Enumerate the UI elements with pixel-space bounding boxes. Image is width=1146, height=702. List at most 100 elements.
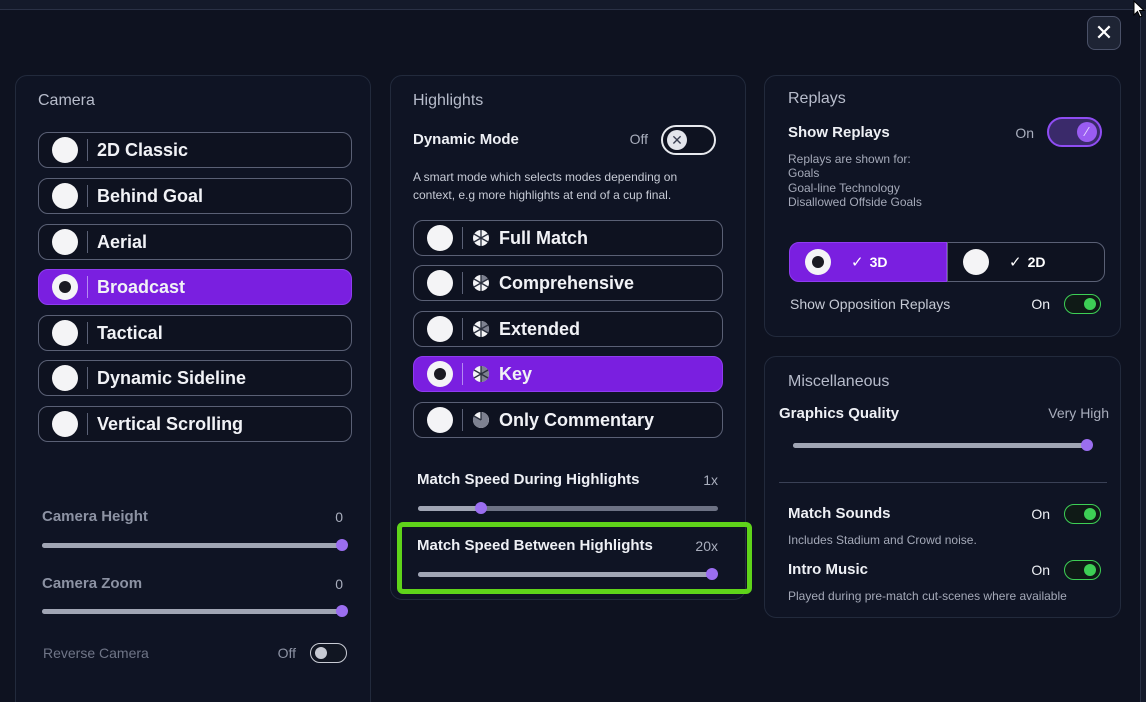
- replays-shown-for-item: Goals: [788, 166, 820, 180]
- camera-option-vertical-scrolling[interactable]: Vertical Scrolling: [38, 406, 352, 442]
- opposition-replays-toggle[interactable]: [1064, 294, 1101, 314]
- background-edge: [1140, 10, 1146, 702]
- radio-icon: [52, 320, 78, 346]
- radio-icon: [52, 365, 78, 391]
- speed-between-value: 20x: [695, 538, 718, 554]
- option-label: Broadcast: [97, 276, 186, 297]
- radio-icon: [427, 407, 453, 433]
- replay-mode-label: 2D: [1027, 254, 1046, 270]
- pie-comprehensive-icon: [473, 274, 489, 291]
- match-sounds-toggle[interactable]: [1064, 504, 1101, 524]
- misc-divider: [779, 482, 1107, 483]
- radio-icon: [52, 411, 78, 437]
- radio-icon: [52, 137, 78, 163]
- option-label: Only Commentary: [499, 409, 655, 430]
- option-label: Vertical Scrolling: [97, 413, 244, 434]
- radio-icon: [427, 316, 453, 342]
- camera-title: Camera: [38, 92, 95, 109]
- camera-option-dynamic-sideline[interactable]: Dynamic Sideline: [38, 360, 352, 396]
- camera-zoom-label: Camera Zoom: [42, 575, 143, 592]
- replays-shown-for-item: Disallowed Offside Goals: [788, 195, 922, 209]
- option-label: Behind Goal: [97, 185, 204, 206]
- show-replays-toggle[interactable]: ⁄: [1047, 117, 1102, 147]
- check-icon: ✓: [1009, 254, 1022, 271]
- camera-option-behind-goal[interactable]: Behind Goal: [38, 178, 352, 214]
- intro-music-label: Intro Music: [788, 561, 869, 578]
- radio-icon: [427, 270, 453, 296]
- replay-mode-2d[interactable]: ✓ 2D: [947, 242, 1105, 282]
- dynamic-mode-toggle[interactable]: ✕: [661, 125, 716, 155]
- speed-between-slider[interactable]: [418, 568, 718, 580]
- opposition-replays-label: Show Opposition Replays: [790, 296, 951, 312]
- graphics-quality-value: Very High: [1048, 405, 1109, 421]
- camera-zoom-slider[interactable]: [42, 605, 348, 617]
- dynamic-mode-label: Dynamic Mode: [413, 131, 519, 148]
- camera-option-aerial[interactable]: Aerial: [38, 224, 352, 260]
- camera-height-label: Camera Height: [42, 508, 148, 525]
- highlights-title: Highlights: [413, 92, 484, 109]
- speed-during-slider[interactable]: [418, 502, 718, 514]
- option-label: Dynamic Sideline: [97, 367, 247, 388]
- background-tab-strip: [0, 0, 1146, 10]
- intro-music-toggle[interactable]: [1064, 560, 1101, 580]
- reverse-camera-label: Reverse Camera: [43, 645, 149, 661]
- close-icon: ✕: [667, 130, 687, 150]
- option-label: 2D Classic: [97, 139, 189, 160]
- option-label: Aerial: [97, 231, 148, 252]
- close-button[interactable]: ✕: [1087, 16, 1121, 50]
- misc-title: Miscellaneous: [788, 373, 890, 390]
- slider-thumb[interactable]: [336, 539, 348, 551]
- pie-full-icon: [473, 230, 489, 246]
- replays-shown-for-item: Goal-line Technology: [788, 181, 900, 195]
- speed-during-label: Match Speed During Highlights: [417, 471, 640, 488]
- camera-height-slider[interactable]: [42, 539, 348, 551]
- reverse-camera-value: Off: [277, 645, 296, 661]
- speed-during-value: 1x: [703, 472, 718, 488]
- match-sounds-label: Match Sounds: [788, 505, 891, 522]
- show-replays-label: Show Replays: [788, 124, 890, 141]
- pie-commentary-icon: [472, 412, 489, 428]
- check-icon: ✓: [851, 254, 864, 271]
- radio-icon: [963, 249, 989, 275]
- slider-thumb[interactable]: [336, 605, 348, 617]
- camera-option-tactical[interactable]: Tactical: [38, 315, 352, 351]
- graphics-quality-label: Graphics Quality: [779, 405, 900, 422]
- replay-mode-3d[interactable]: ✓ 3D: [789, 242, 947, 282]
- replay-mode-label: 3D: [869, 254, 888, 270]
- radio-icon: [427, 225, 453, 251]
- reverse-camera-toggle[interactable]: [310, 643, 347, 663]
- check-slash-icon: ⁄: [1077, 122, 1097, 142]
- slider-thumb[interactable]: [706, 568, 718, 580]
- radio-selected-icon: [805, 249, 831, 275]
- match-sounds-description: Includes Stadium and Crowd noise.: [788, 533, 977, 547]
- camera-zoom-value: 0: [335, 576, 343, 592]
- graphics-quality-slider[interactable]: [793, 439, 1093, 451]
- radio-selected-icon: [427, 361, 453, 387]
- option-label: Extended: [499, 318, 581, 339]
- radio-icon: [52, 183, 78, 209]
- pie-key-icon: [473, 366, 489, 382]
- highlight-option-extended[interactable]: Extended: [413, 311, 723, 347]
- replays-shown-for-heading: Replays are shown for:: [788, 152, 911, 166]
- pie-extended-icon: [473, 320, 490, 337]
- option-label: Full Match: [499, 227, 588, 248]
- camera-option-2d-classic[interactable]: 2D Classic: [38, 132, 352, 168]
- intro-music-description: Played during pre-match cut-scenes where…: [788, 589, 1067, 603]
- opposition-replays-value: On: [1031, 296, 1050, 312]
- dynamic-mode-value: Off: [629, 131, 648, 147]
- highlight-option-key[interactable]: Key: [413, 356, 723, 392]
- highlight-option-comprehensive[interactable]: Comprehensive: [413, 265, 723, 301]
- slider-thumb[interactable]: [475, 502, 487, 514]
- radio-selected-icon: [52, 274, 78, 300]
- option-label: Key: [499, 363, 533, 384]
- radio-icon: [52, 229, 78, 255]
- camera-option-broadcast[interactable]: Broadcast: [38, 269, 352, 305]
- highlight-option-full-match[interactable]: Full Match: [413, 220, 723, 256]
- misc-panel: [764, 356, 1121, 618]
- highlight-option-only-commentary[interactable]: Only Commentary: [413, 402, 723, 438]
- option-label: Comprehensive: [499, 272, 635, 293]
- show-replays-value: On: [1015, 125, 1034, 141]
- slider-thumb[interactable]: [1081, 439, 1093, 451]
- intro-music-value: On: [1031, 562, 1050, 578]
- camera-height-value: 0: [335, 509, 343, 525]
